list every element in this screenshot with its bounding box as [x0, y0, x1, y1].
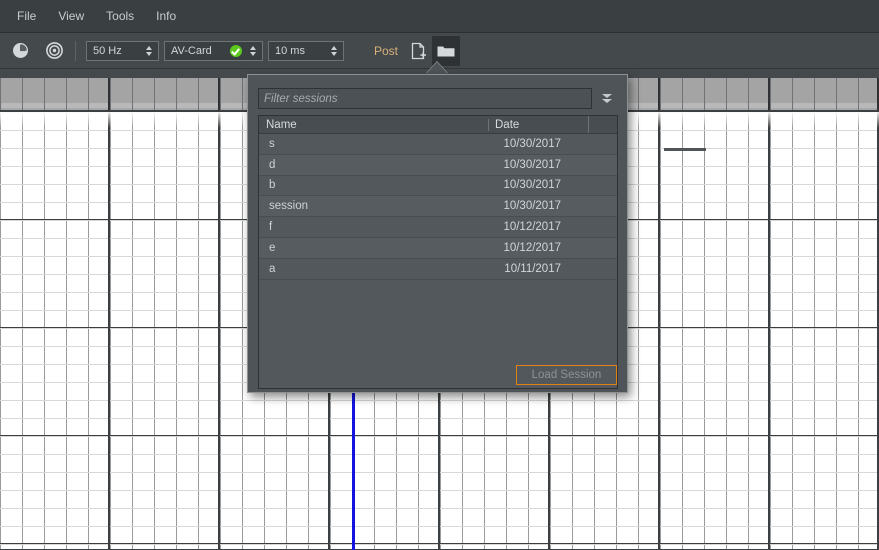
popup-arrow	[426, 62, 448, 74]
popup-arrow-notch	[664, 148, 706, 151]
table-row[interactable]: b 10/30/2017	[259, 176, 617, 197]
session-name: session	[259, 200, 487, 212]
menu-item-view[interactable]: View	[47, 4, 95, 28]
session-date: 10/30/2017	[487, 179, 617, 191]
filter-row	[258, 88, 619, 109]
post-label: Post	[374, 44, 398, 58]
table-row[interactable]: s 10/30/2017	[259, 134, 617, 155]
sample-rate-spinner-icon[interactable]	[142, 42, 156, 60]
device-value: AV-Card	[165, 45, 230, 57]
interval-combo[interactable]: 10 ms	[268, 41, 344, 61]
session-name: b	[259, 179, 487, 191]
session-list-header: Name Date	[259, 116, 617, 134]
double-chevron-down-icon[interactable]	[596, 94, 618, 103]
session-date: 10/12/2017	[487, 242, 617, 254]
menu-item-file[interactable]: File	[6, 4, 47, 28]
session-date: 10/11/2017	[487, 263, 617, 275]
session-date: 10/30/2017	[487, 159, 617, 171]
table-row[interactable]: a 10/11/2017	[259, 259, 617, 280]
menu-bar: File View Tools Info	[0, 0, 879, 33]
table-row[interactable]: d 10/30/2017	[259, 155, 617, 176]
device-spinner-icon[interactable]	[246, 42, 260, 60]
application-window: File View Tools Info 50 Hz	[0, 0, 879, 550]
session-name: e	[259, 242, 487, 254]
filter-sessions-input[interactable]	[258, 88, 592, 109]
load-session-button[interactable]: Load Session	[516, 365, 617, 385]
toolbar-divider	[75, 41, 76, 61]
new-session-button[interactable]	[404, 36, 432, 66]
interval-spinner-icon[interactable]	[327, 42, 341, 60]
menu-item-info[interactable]: Info	[145, 4, 187, 28]
sample-rate-combo[interactable]: 50 Hz	[86, 41, 159, 61]
session-name: s	[259, 138, 487, 150]
clock-icon[interactable]	[6, 37, 34, 65]
column-header-date[interactable]: Date	[488, 119, 588, 131]
device-combo[interactable]: AV-Card	[164, 41, 263, 61]
sample-rate-value: 50 Hz	[87, 45, 142, 57]
menu-item-tools[interactable]: Tools	[95, 4, 145, 28]
table-row[interactable]: e 10/12/2017	[259, 238, 617, 259]
session-name: a	[259, 263, 487, 275]
session-name: d	[259, 159, 487, 171]
interval-value: 10 ms	[269, 45, 327, 57]
table-row[interactable]: f 10/12/2017	[259, 217, 617, 238]
session-browser-popup: Name Date s 10/30/2017 d 10/30/2017 b 10…	[247, 74, 628, 393]
column-header-spacer	[588, 116, 617, 133]
target-icon[interactable]	[40, 37, 68, 65]
session-date: 10/30/2017	[487, 138, 617, 150]
status-ok-icon	[230, 45, 242, 57]
session-name: f	[259, 221, 487, 233]
session-list[interactable]: Name Date s 10/30/2017 d 10/30/2017 b 10…	[258, 115, 618, 389]
table-row[interactable]: session 10/30/2017	[259, 196, 617, 217]
session-date: 10/30/2017	[487, 200, 617, 212]
column-header-name[interactable]: Name	[259, 119, 488, 131]
session-date: 10/12/2017	[487, 221, 617, 233]
open-session-button[interactable]	[432, 36, 460, 66]
